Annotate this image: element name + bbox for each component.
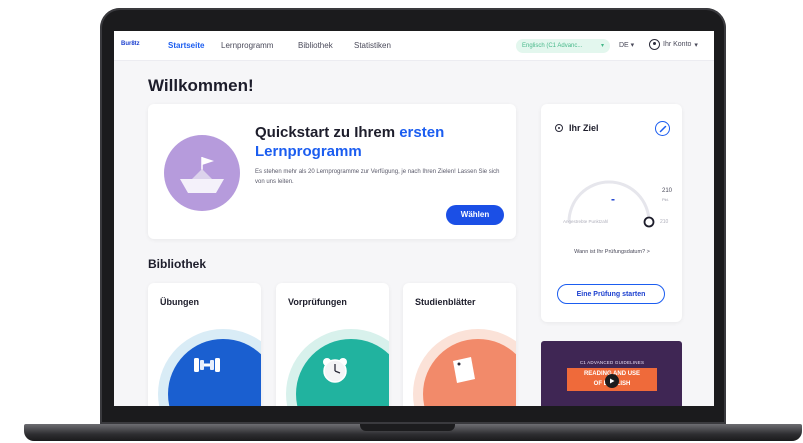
brand-logo[interactable]: Bur8tz — [121, 41, 140, 47]
pencil-icon — [659, 125, 666, 132]
locale-select[interactable]: DE ▾ — [619, 41, 634, 49]
quickstart-title: Quickstart zu Ihrem ersten Lernprogramm — [255, 123, 495, 161]
nav-link-startseite[interactable]: Startseite — [168, 41, 204, 50]
gauge-max-unit: Pkt. — [662, 197, 669, 202]
language-course-label: Englisch (C1 Advanc... — [522, 43, 583, 49]
note-sheet-icon — [453, 357, 475, 383]
library-card-studienblaetter[interactable]: Studienblätter — [403, 283, 516, 406]
paper-boat-illustration — [164, 135, 240, 211]
nav-link-statistiken[interactable]: Statistiken — [354, 41, 391, 50]
chevron-down-icon: ▾ — [694, 41, 698, 49]
target-icon — [555, 124, 563, 132]
choose-button[interactable]: Wählen — [446, 205, 504, 225]
app-screen: Bur8tz Startseite Lernprogramm Bibliothe… — [114, 31, 714, 406]
library-card-vorpruefungen[interactable]: Vorprüfungen — [276, 283, 389, 406]
goal-title: Ihr Ziel — [569, 123, 599, 133]
library-heading: Bibliothek — [148, 257, 207, 271]
goal-card: Ihr Ziel - 210 Pkt. Angestrebte Punktzah… — [541, 104, 682, 322]
quickstart-title-suffix: Lernprogramm — [255, 143, 362, 160]
nav-link-lernprogramm[interactable]: Lernprogramm — [221, 41, 273, 50]
score-value: - — [611, 192, 615, 206]
laptop-notch — [360, 424, 455, 431]
alarm-clock-icon — [323, 358, 347, 383]
quickstart-card: Quickstart zu Ihrem ersten Lernprogramm E… — [148, 104, 516, 239]
play-icon — [610, 378, 615, 384]
library-card-title: Übungen — [160, 297, 199, 307]
library-card-title: Vorprüfungen — [288, 297, 347, 307]
chevron-down-icon: ▾ — [600, 43, 604, 49]
edit-goal-button[interactable] — [655, 121, 670, 136]
user-icon — [649, 39, 660, 50]
nav-link-bibliothek[interactable]: Bibliothek — [298, 41, 333, 50]
library-card-uebungen[interactable]: Übungen — [148, 283, 261, 406]
start-exam-button[interactable]: Eine Prüfung starten — [557, 284, 665, 304]
account-menu[interactable]: Ihr Konto ▾ — [649, 39, 698, 50]
page-title: Willkommen! — [148, 76, 254, 95]
account-label: Ihr Konto — [663, 41, 692, 48]
promo-top-line: C1 ADVANCED GUIDELINES — [579, 360, 645, 365]
gauge-caption: Angestrebte Punktzahl — [563, 219, 609, 224]
dumbbell-icon — [194, 358, 220, 372]
gauge-end-score: 210 — [660, 219, 669, 225]
quickstart-title-prefix: Quickstart zu Ihrem — [255, 124, 400, 141]
gauge-handle[interactable] — [643, 216, 655, 228]
exam-date-link[interactable]: Wann ist Ihr Prüfungsdatum? > — [571, 249, 653, 256]
top-navbar: Bur8tz Startseite Lernprogramm Bibliothe… — [114, 31, 714, 61]
gauge-max-score: 210 — [662, 188, 673, 194]
language-course-select[interactable]: Englisch (C1 Advanc... ▾ — [516, 39, 610, 53]
library-card-title: Studienblätter — [415, 297, 476, 307]
play-button[interactable] — [605, 374, 619, 388]
quickstart-description: Es stehen mehr als 20 Lernprogramme zur … — [255, 169, 500, 185]
goal-header: Ihr Ziel — [555, 123, 599, 133]
paper-boat-icon — [180, 157, 224, 193]
locale-label: DE — [619, 42, 629, 49]
promo-video-tile[interactable]: C1 ADVANCED GUIDELINES READING AND USE O… — [541, 341, 682, 406]
quickstart-title-highlight: ersten — [399, 124, 445, 141]
